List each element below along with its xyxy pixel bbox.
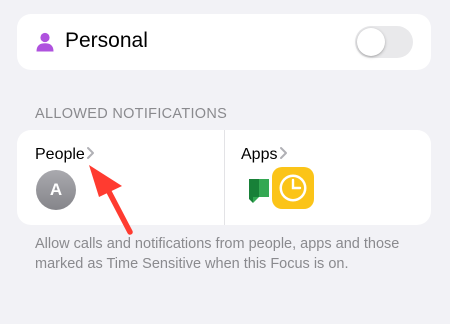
focus-toggle[interactable] (355, 26, 413, 58)
focus-card: Personal (17, 14, 431, 70)
section-header: ALLOWED NOTIFICATIONS (35, 106, 228, 122)
apps-label[interactable]: Apps (241, 146, 277, 164)
footer-description: Allow calls and notifications from peopl… (35, 236, 400, 272)
chevron-right-icon (87, 147, 94, 159)
allowed-notifications-card: People A Apps (17, 130, 431, 225)
divider (224, 130, 225, 225)
focus-name: Personal (65, 29, 148, 52)
chevron-right-icon (280, 147, 287, 159)
contact-avatar[interactable]: A (36, 170, 76, 210)
people-label[interactable]: People (35, 146, 85, 164)
clock-app-icon (272, 167, 314, 209)
person-icon (36, 32, 54, 52)
avatar-initial: A (49, 180, 63, 199)
toggle-knob (357, 28, 385, 56)
